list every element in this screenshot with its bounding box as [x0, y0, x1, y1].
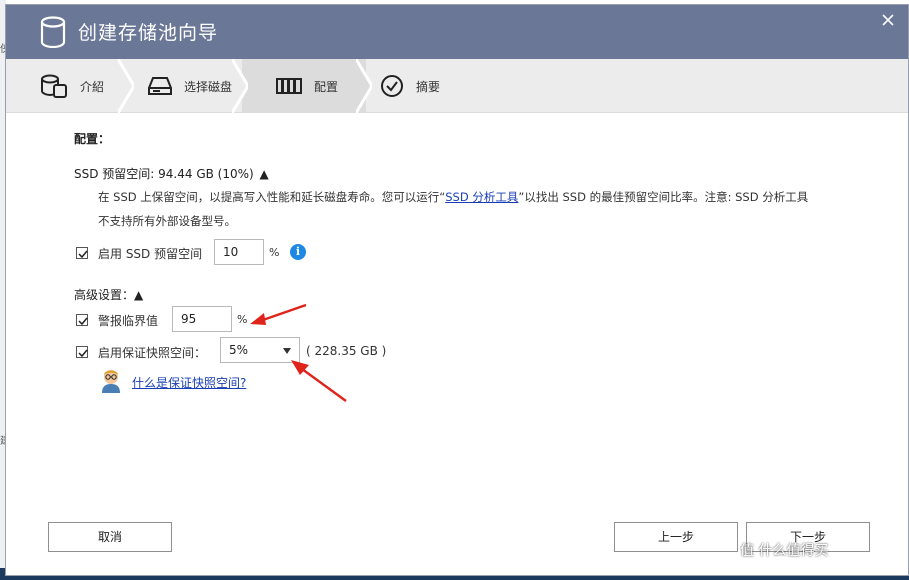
guaranteed-snapshot-label: 启用保证快照空间：	[98, 346, 207, 360]
dialog-title: 创建存储池向导	[78, 22, 219, 44]
step-label: 摘要	[416, 79, 441, 94]
check-circle-icon	[381, 75, 403, 97]
annotation-arrow	[291, 360, 347, 402]
close-icon[interactable]	[880, 12, 896, 28]
step-separator	[356, 59, 372, 113]
dialog-titlebar: 创建存储池向导	[6, 5, 908, 59]
alert-threshold-checkbox[interactable]	[76, 314, 88, 326]
guaranteed-snapshot-checkbox[interactable]	[76, 346, 88, 358]
ssd-title: SSD 预留空间: 94.44 GB (10%)	[74, 167, 254, 181]
database-icon	[40, 16, 66, 48]
help-assistant-icon	[98, 367, 124, 393]
step-separator	[118, 59, 134, 113]
ssd-section-title[interactable]: SSD 预留空间: 94.44 GB (10%) ▲	[74, 165, 269, 182]
wizard-steps: 介紹 选择磁盘 配置 摘要	[6, 59, 908, 113]
step-summary: 摘要	[380, 59, 440, 113]
step-separator	[232, 59, 248, 113]
enable-ssd-reserve-checkbox[interactable]	[76, 247, 88, 259]
alert-threshold-label: 警报临界值	[98, 314, 159, 328]
enable-ssd-reserve-label: 启用 SSD 预留空间	[98, 247, 203, 261]
ssd-analysis-tool-link[interactable]: SSD 分析工具	[445, 190, 518, 204]
config-icon	[276, 78, 302, 94]
snapshot-space-value: 5%	[229, 343, 249, 357]
chevron-down-icon	[283, 348, 291, 354]
info-icon[interactable]: i	[290, 244, 306, 260]
watermark: 值 什么值得买	[740, 543, 829, 559]
collapse-icon[interactable]: ▲	[134, 288, 143, 302]
snapshot-size-text: ( 228.35 GB )	[306, 344, 387, 358]
alert-threshold-input[interactable]: 95	[172, 306, 232, 332]
ssd-desc-text: 不支持所有外部设备型号。	[98, 214, 236, 228]
previous-button[interactable]: 上一步	[614, 522, 738, 552]
ssd-desc-text: ”以找出 SSD 的最佳预留空间比率。注意: SSD 分析工具	[518, 190, 809, 204]
ssd-desc-text: 在 SSD 上保留空间，以提高写入性能和延长磁盘寿命。您可以运行“	[98, 190, 446, 204]
step-select-disks: 选择磁盘	[148, 59, 232, 113]
collapse-icon[interactable]: ▲	[260, 167, 269, 181]
create-storage-pool-dialog: 创建存储池向导 介紹 选择磁盘 配置 摘要 配置： SSD 预留空间: 94.4…	[5, 4, 909, 576]
ssd-reserve-unit: %	[269, 246, 280, 259]
step-intro: 介紹	[40, 59, 104, 113]
ssd-reserve-input[interactable]: 10	[214, 239, 264, 265]
database-icon	[41, 74, 67, 98]
config-heading: 配置：	[74, 132, 111, 146]
annotation-arrow	[250, 303, 307, 325]
step-label: 配置	[314, 79, 339, 94]
ssd-description: 在 SSD 上保留空间，以提高写入性能和延长磁盘寿命。您可以运行“SSD 分析工…	[98, 185, 858, 233]
disk-icon	[148, 77, 172, 95]
cancel-button[interactable]: 取消	[48, 522, 172, 552]
step-config: 配置	[276, 59, 338, 113]
step-label: 介紹	[80, 79, 105, 94]
advanced-heading: 高级设置：	[74, 288, 135, 302]
advanced-settings-title[interactable]: 高级设置：▲	[74, 286, 143, 303]
what-is-snapshot-space-link[interactable]: 什么是保证快照空间?	[132, 374, 246, 391]
step-label: 选择磁盘	[184, 79, 233, 94]
